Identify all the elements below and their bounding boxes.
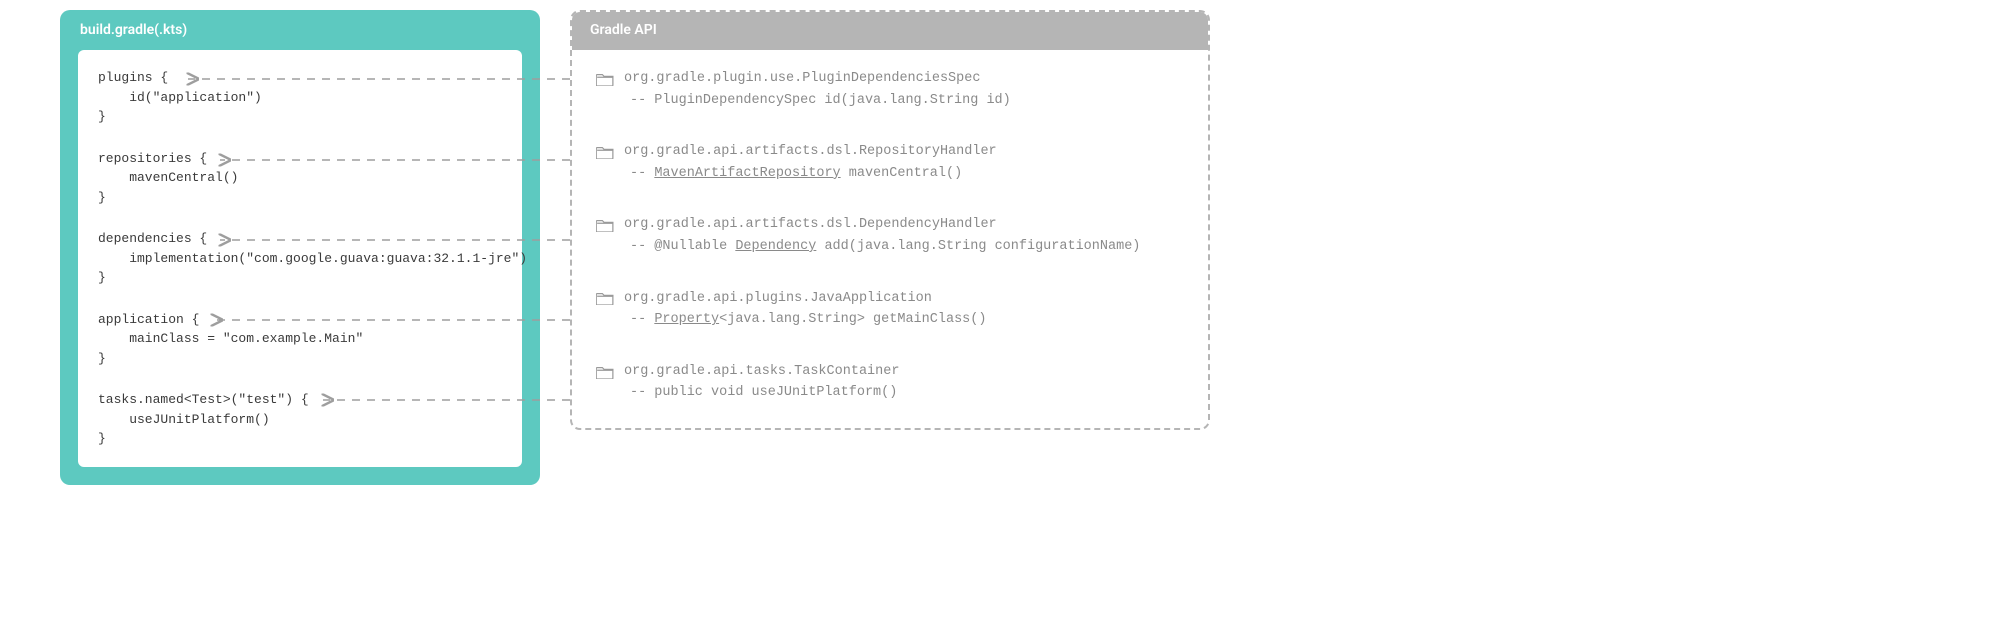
api-class-name: org.gradle.plugin.use.PluginDependencies… (624, 68, 980, 90)
api-method-detail: -- @Nullable Dependency add(java.lang.St… (596, 236, 1184, 258)
folder-icon (596, 365, 614, 379)
code-plugins: plugins { id("application") } (98, 68, 502, 127)
gradle-api-body: org.gradle.plugin.use.PluginDependencies… (572, 50, 1208, 428)
api-class-name: org.gradle.api.artifacts.dsl.RepositoryH… (624, 141, 997, 163)
api-class-name: org.gradle.api.plugins.JavaApplication (624, 288, 932, 310)
api-link[interactable]: Property (654, 312, 719, 327)
gradle-api-panel: Gradle API org.gradle.plugin.use.PluginD… (570, 10, 1210, 430)
api-class-name: org.gradle.api.tasks.TaskContainer (624, 361, 899, 383)
api-task-container: org.gradle.api.tasks.TaskContainer -- pu… (596, 361, 1184, 404)
code-application: application { mainClass = "com.example.M… (98, 310, 502, 369)
api-link[interactable]: Dependency (735, 239, 816, 254)
api-method-detail: -- PluginDependencySpec id(java.lang.Str… (596, 90, 1184, 112)
api-plugin-dependencies-spec: org.gradle.plugin.use.PluginDependencies… (596, 68, 1184, 111)
build-gradle-panel: build.gradle(.kts) plugins { id("applica… (60, 10, 540, 485)
build-gradle-body: plugins { id("application") } repositori… (78, 50, 522, 467)
code-dependencies: dependencies { implementation("com.googl… (98, 229, 502, 288)
api-class-name: org.gradle.api.artifacts.dsl.DependencyH… (624, 214, 997, 236)
api-method-detail: -- Property<java.lang.String> getMainCla… (596, 309, 1184, 331)
folder-icon (596, 218, 614, 232)
api-method-detail: -- public void useJUnitPlatform() (596, 382, 1184, 404)
code-repositories: repositories { mavenCentral() } (98, 149, 502, 208)
api-java-application: org.gradle.api.plugins.JavaApplication -… (596, 288, 1184, 331)
folder-icon (596, 72, 614, 86)
api-dependency-handler: org.gradle.api.artifacts.dsl.DependencyH… (596, 214, 1184, 257)
diagram-container: build.gradle(.kts) plugins { id("applica… (60, 10, 1950, 485)
folder-icon (596, 291, 614, 305)
folder-icon (596, 145, 614, 159)
build-gradle-header: build.gradle(.kts) (60, 10, 540, 50)
api-link[interactable]: MavenArtifactRepository (654, 166, 840, 181)
api-repository-handler: org.gradle.api.artifacts.dsl.RepositoryH… (596, 141, 1184, 184)
code-tasks: tasks.named<Test>("test") { useJUnitPlat… (98, 390, 502, 449)
gradle-api-header: Gradle API (570, 10, 1210, 50)
api-method-detail: -- MavenArtifactRepository mavenCentral(… (596, 163, 1184, 185)
